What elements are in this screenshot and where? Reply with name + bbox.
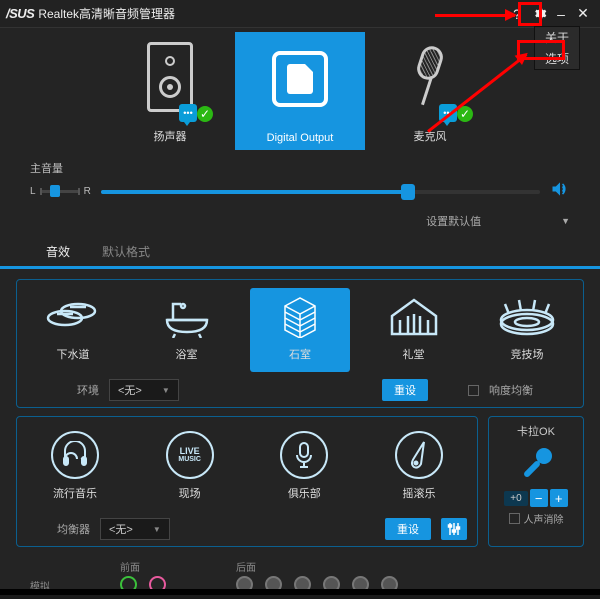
preset-auditorium[interactable]: 礼堂	[364, 288, 464, 372]
set-default-label: 设置默认值	[426, 213, 481, 229]
preset-club-label: 俱乐部	[288, 485, 321, 501]
asus-logo: /SUS	[6, 6, 34, 21]
preset-live[interactable]: LIVEMUSIC 现场	[140, 427, 240, 511]
loudness-label: 响度均衡	[489, 382, 533, 398]
menu-options[interactable]: 选项	[535, 48, 579, 69]
preset-auditorium-label: 礼堂	[403, 346, 425, 362]
equalizer-preset-box: 流行音乐 LIVEMUSIC 现场 俱	[16, 416, 478, 547]
digital-output-icon	[235, 32, 365, 126]
menu-about[interactable]: 关于	[535, 27, 579, 48]
preset-stone-room[interactable]: 石室	[250, 288, 350, 372]
preset-pop-label: 流行音乐	[53, 485, 97, 501]
preset-bathroom[interactable]: 浴室	[137, 288, 237, 372]
settings-gear-button[interactable]	[528, 3, 550, 25]
auditorium-icon	[379, 292, 449, 340]
minimize-button[interactable]: –	[550, 3, 572, 25]
close-button[interactable]: ✕	[572, 3, 594, 25]
voice-cancel-label: 人声消除	[524, 511, 564, 526]
back-jacks-label: 后面	[236, 559, 398, 574]
settings-menu: 关于 选项	[534, 26, 580, 70]
volume-section: 主音量 L R	[0, 150, 600, 209]
equalizer-label: 均衡器	[57, 521, 90, 537]
sewer-icon	[38, 292, 108, 340]
karaoke-key-up-button[interactable]: +	[550, 489, 568, 507]
front-jacks-label: 前面	[120, 559, 166, 574]
environment-label: 环境	[77, 382, 99, 398]
karaoke-key-down-button[interactable]: −	[530, 489, 548, 507]
stone-room-icon	[265, 292, 335, 340]
environment-reset-button[interactable]: 重设	[382, 379, 428, 401]
equalizer-reset-button[interactable]: 重设	[385, 518, 431, 540]
preset-pop[interactable]: 流行音乐	[25, 427, 125, 511]
device-digital-output[interactable]: Digital Output	[235, 32, 365, 150]
dropdown-icon: ▼	[162, 386, 170, 395]
loudness-checkbox[interactable]	[468, 385, 479, 396]
device-selector-row: •••✓ 扬声器 Digital Output •••✓ 麦克风	[0, 32, 600, 150]
equalizer-select[interactable]: <无> ▼	[100, 518, 170, 540]
preset-rock[interactable]: 摇滚乐	[369, 427, 469, 511]
club-icon	[280, 431, 328, 479]
microphone-icon	[365, 32, 495, 122]
karaoke-mic-icon	[515, 443, 557, 485]
tab-default-format[interactable]: 默认格式	[86, 237, 166, 266]
preset-bathroom-label: 浴室	[176, 346, 198, 362]
balance-right-label: R	[84, 186, 91, 197]
device-speaker[interactable]: •••✓ 扬声器	[105, 32, 235, 150]
device-digital-label: Digital Output	[267, 132, 334, 144]
volume-label: 主音量	[30, 160, 570, 176]
rock-icon	[395, 431, 443, 479]
balance-slider[interactable]: L R	[30, 186, 91, 197]
karaoke-panel: 卡拉OK +0 − + 人声消除	[488, 416, 584, 547]
preset-arena[interactable]: 竞技场	[477, 288, 577, 372]
volume-slider[interactable]	[101, 190, 540, 194]
device-speaker-label: 扬声器	[154, 128, 187, 144]
equalizer-select-value: <无>	[109, 521, 133, 537]
balance-left-label: L	[30, 186, 36, 197]
environment-select-value: <无>	[118, 382, 142, 398]
dropdown-icon: ▼	[153, 525, 161, 534]
preset-stone-label: 石室	[289, 346, 311, 362]
mute-button[interactable]	[550, 180, 570, 203]
environment-preset-box: 下水道 浴室	[16, 279, 584, 408]
live-icon: LIVEMUSIC	[166, 431, 214, 479]
effects-panel: 下水道 浴室	[0, 269, 600, 553]
bathroom-icon	[152, 292, 222, 340]
tab-sound-effects[interactable]: 音效	[30, 237, 86, 269]
equalizer-settings-button[interactable]	[441, 518, 467, 540]
preset-arena-label: 竞技场	[511, 346, 544, 362]
dropdown-triangle-icon: ▼	[561, 216, 570, 226]
karaoke-key-value: +0	[504, 491, 527, 506]
speaker-icon	[105, 32, 235, 122]
arena-icon	[492, 292, 562, 340]
preset-live-label: 现场	[179, 485, 201, 501]
pop-icon	[51, 431, 99, 479]
set-default-dropdown[interactable]: 设置默认值 ▼	[0, 209, 600, 237]
environment-select[interactable]: <无> ▼	[109, 379, 179, 401]
tab-bar: 音效 默认格式	[0, 237, 600, 269]
preset-sewer-label: 下水道	[57, 346, 90, 362]
annotation-arrow-1	[435, 14, 515, 17]
preset-sewer[interactable]: 下水道	[23, 288, 123, 372]
preset-club[interactable]: 俱乐部	[254, 427, 354, 511]
voice-cancel-checkbox[interactable]	[509, 513, 520, 524]
preset-rock-label: 摇滚乐	[402, 485, 435, 501]
karaoke-title: 卡拉OK	[517, 423, 555, 439]
